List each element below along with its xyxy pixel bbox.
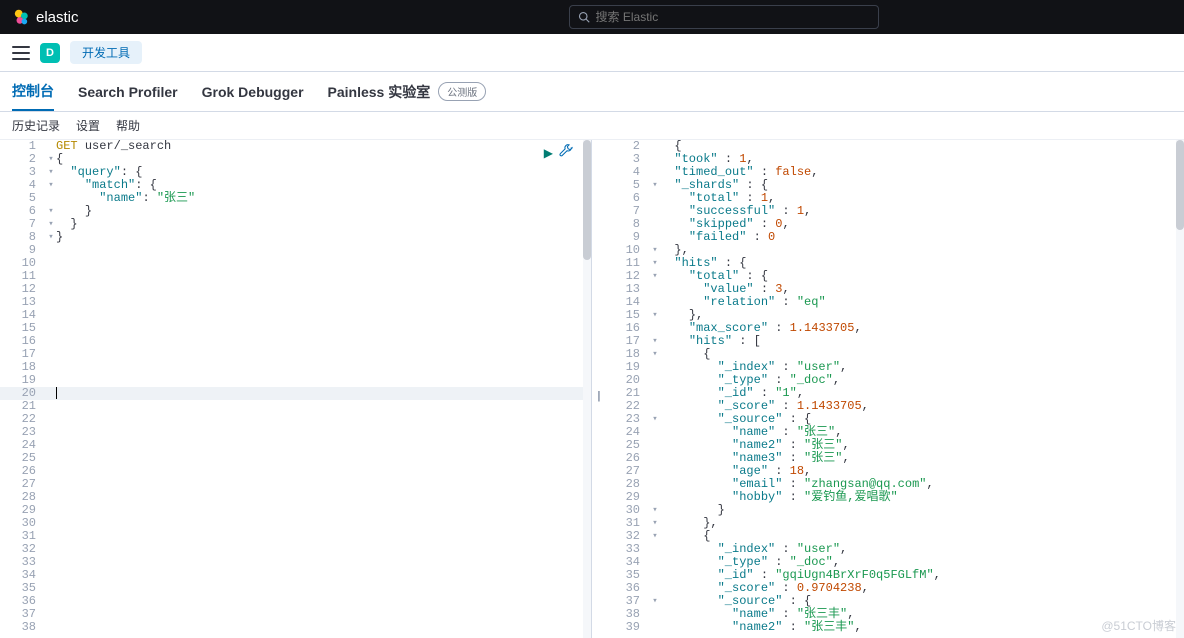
elastic-logo-icon [12,8,30,26]
space-avatar[interactable]: D [40,43,60,63]
console-subbar: 历史记录 设置 帮助 [0,112,1184,140]
global-search[interactable] [569,5,879,29]
request-pane[interactable]: ▶ 1GET user/_search2▾{3▾ "query": {4▾ "m… [0,140,592,638]
beta-badge: 公测版 [438,82,486,101]
request-options-icon[interactable] [559,144,573,161]
tab-painless-lab[interactable]: Painless 实验室 公测版 [328,72,487,111]
tab-grok-debugger[interactable]: Grok Debugger [202,72,304,111]
req-scrollbar-track[interactable] [583,140,591,638]
req-scrollbar-thumb[interactable] [583,140,591,260]
brand-text: elastic [36,9,79,26]
response-pane[interactable]: 2 {3 "took" : 1,4 "timed_out" : false,5▾… [592,140,1184,638]
request-editor[interactable]: 1GET user/_search2▾{3▾ "query": {4▾ "mat… [0,140,591,634]
elastic-logo[interactable]: elastic [12,8,79,26]
res-scrollbar-thumb[interactable] [1176,140,1184,230]
tab-bar: 控制台 Search Profiler Grok Debugger Painle… [0,72,1184,112]
help-link[interactable]: 帮助 [116,117,140,134]
menu-toggle-icon[interactable] [12,46,30,60]
global-search-input[interactable] [596,10,870,24]
settings-link[interactable]: 设置 [76,117,100,134]
res-scrollbar-track[interactable] [1176,140,1184,638]
request-actions: ▶ [544,144,573,161]
breadcrumb-devtools[interactable]: 开发工具 [70,41,142,64]
watermark: @51CTO博客 [1101,617,1176,634]
tab-search-profiler[interactable]: Search Profiler [78,72,178,111]
tab-console-label: 控制台 [12,81,54,101]
tab-console[interactable]: 控制台 [12,72,54,111]
tab-search-profiler-label: Search Profiler [78,84,178,100]
search-icon [578,11,590,23]
send-request-icon[interactable]: ▶ [544,146,553,160]
history-link[interactable]: 历史记录 [12,117,60,134]
top-bar: elastic [0,0,1184,34]
editor-split: ▶ 1GET user/_search2▾{3▾ "query": {4▾ "m… [0,140,1184,638]
tab-painless-lab-label: Painless 实验室 [328,82,431,102]
response-viewer: 2 {3 "took" : 1,4 "timed_out" : false,5▾… [604,140,1184,634]
tab-grok-debugger-label: Grok Debugger [202,84,304,100]
nav-bar: D 开发工具 [0,34,1184,72]
